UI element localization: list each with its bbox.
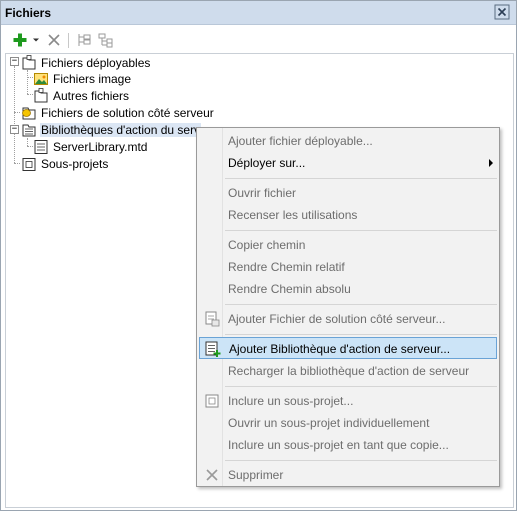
menu-item-open-subproject-individually[interactable]: Ouvrir un sous-projet individuellement xyxy=(199,412,497,434)
menu-item-find-usages[interactable]: Recenser les utilisations xyxy=(199,204,497,226)
add-library-icon xyxy=(205,341,221,357)
tree-node-subprojects[interactable]: Sous-projets xyxy=(21,155,109,172)
menu-item-include-subproject[interactable]: Inclure un sous-projet... xyxy=(199,390,497,412)
tree-node-label: Autres fichiers xyxy=(53,88,130,103)
plus-icon xyxy=(13,33,27,47)
menu-separator xyxy=(225,178,497,179)
files-panel: Fichiers − Fichiers déployables Fichiers… xyxy=(0,0,517,511)
tree-node-other-files[interactable]: Autres fichiers xyxy=(33,87,130,104)
library-file-icon xyxy=(34,139,48,154)
collapse-toggle[interactable]: − xyxy=(10,57,19,66)
submenu-arrow-icon xyxy=(489,159,493,167)
context-menu: Ajouter fichier déployable... Déployer s… xyxy=(196,127,500,487)
menu-item-include-subproject-as-copy[interactable]: Inclure un sous-projet en tant que copie… xyxy=(199,434,497,456)
subproject-icon xyxy=(205,394,219,408)
tree-node-server-solution-files[interactable]: Fichiers de solution côté serveur xyxy=(21,104,215,121)
tree-node-label: Bibliothèques d'action du serv xyxy=(40,122,202,137)
tree-node-label: Sous-projets xyxy=(41,156,109,171)
menu-separator xyxy=(225,334,497,335)
delete-button[interactable] xyxy=(45,30,63,50)
tree-node-label: Fichiers image xyxy=(53,71,132,86)
add-button[interactable] xyxy=(11,30,29,50)
toolbar xyxy=(1,26,516,54)
add-server-file-icon xyxy=(205,311,220,327)
menu-item-add-server-action-library[interactable]: Ajouter Bibliothèque d'action de serveur… xyxy=(199,337,497,359)
tree-connector xyxy=(27,138,28,146)
close-icon[interactable] xyxy=(494,4,510,20)
menu-item-deploy-to[interactable]: Déployer sur... xyxy=(199,152,497,174)
subproject-icon xyxy=(22,157,36,171)
tree-connector xyxy=(27,70,28,94)
tree-node-label: Fichiers déployables xyxy=(41,55,151,70)
tree-node-server-action-libraries[interactable]: Bibliothèques d'action du serv xyxy=(21,121,202,138)
menu-item-make-absolute-path[interactable]: Rendre Chemin absolu xyxy=(199,278,497,300)
folder-icon xyxy=(22,54,36,69)
menu-item-add-server-solution-file[interactable]: Ajouter Fichier de solution côté serveur… xyxy=(199,308,497,330)
window-title: Fichiers xyxy=(5,6,52,20)
menu-item-open-file[interactable]: Ouvrir fichier xyxy=(199,182,497,204)
tree-connector xyxy=(14,66,15,130)
menu-separator xyxy=(225,460,497,461)
collapse-toggle[interactable]: − xyxy=(10,125,19,134)
tree-node-deployable-files[interactable]: Fichiers déployables xyxy=(21,54,151,71)
image-folder-icon xyxy=(34,72,48,85)
menu-item-reload-server-action-library[interactable]: Recharger la bibliothèque d'action de se… xyxy=(199,360,497,382)
title-bar: Fichiers xyxy=(1,1,516,25)
tree-connector xyxy=(14,163,20,164)
menu-item-copy-path[interactable]: Copier chemin xyxy=(199,234,497,256)
tree-node-label: Fichiers de solution côté serveur xyxy=(41,105,214,120)
tree-connector xyxy=(14,134,15,163)
menu-separator xyxy=(225,230,497,231)
toolbar-divider xyxy=(68,33,69,48)
tree-node-label: ServerLibrary.mtd xyxy=(53,139,148,154)
menu-separator xyxy=(225,386,497,387)
delete-x-icon xyxy=(206,469,218,481)
x-icon xyxy=(48,34,60,46)
expand-tree-button[interactable] xyxy=(75,30,93,50)
add-dropdown-button[interactable] xyxy=(31,30,41,50)
menu-item-make-relative-path[interactable]: Rendre Chemin relatif xyxy=(199,256,497,278)
server-solution-icon xyxy=(22,107,36,119)
menu-item-delete[interactable]: Supprimer xyxy=(199,464,497,486)
menu-item-add-deployable-file[interactable]: Ajouter fichier déployable... xyxy=(199,130,497,152)
collapse-tree-button[interactable] xyxy=(97,30,115,50)
library-folder-icon xyxy=(22,124,36,136)
menu-separator xyxy=(225,304,497,305)
tree-node-server-library-file[interactable]: ServerLibrary.mtd xyxy=(33,138,148,155)
chevron-down-icon xyxy=(33,38,39,42)
folder-icon xyxy=(34,87,48,102)
tree-connector xyxy=(14,112,20,113)
tree-node-image-files[interactable]: Fichiers image xyxy=(33,70,132,87)
tree-expand-icon xyxy=(78,34,91,46)
tree-collapse-icon xyxy=(98,33,113,48)
